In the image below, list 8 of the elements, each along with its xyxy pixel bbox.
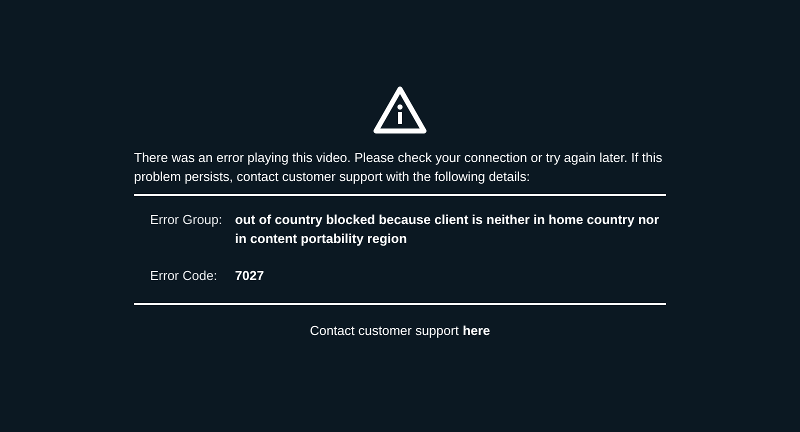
support-link[interactable]: here bbox=[462, 323, 490, 338]
detail-value: 7027 bbox=[235, 267, 264, 285]
detail-label: Error Code: bbox=[150, 267, 218, 285]
warning-icon bbox=[373, 86, 427, 134]
contact-text: Contact customer support bbox=[310, 323, 459, 338]
error-message: There was an error playing this video. Please check your connection or try again later. If this problem persists, contact customer support with the following details: bbox=[134, 149, 664, 186]
detail-value: out of country blocked because client is neither in home country nor in content portability region bbox=[235, 211, 660, 248]
detail-label: Error Group: bbox=[150, 211, 224, 229]
